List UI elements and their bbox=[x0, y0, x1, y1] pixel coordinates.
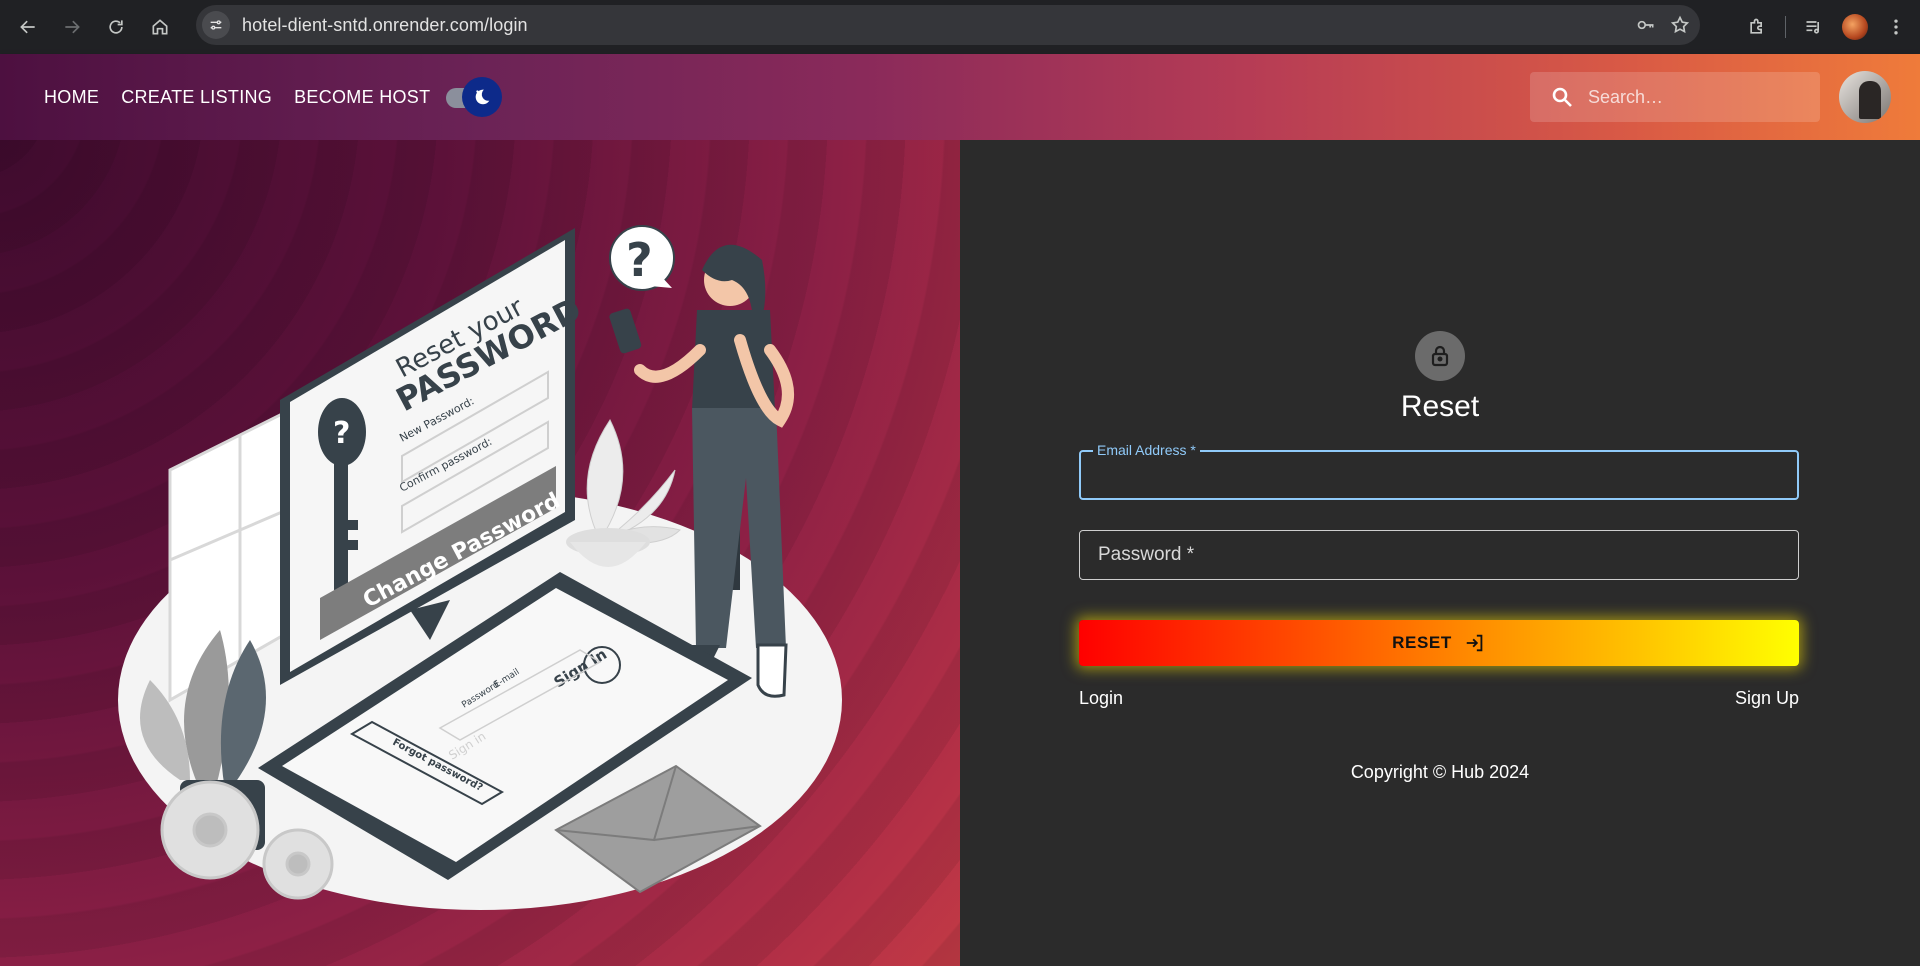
login-link[interactable]: Login bbox=[1079, 688, 1123, 709]
reload-icon bbox=[109, 20, 123, 34]
auth-links: Login Sign Up bbox=[1079, 688, 1799, 709]
bookmark-star-icon[interactable] bbox=[1670, 15, 1690, 35]
forward-arrow-icon bbox=[65, 20, 80, 34]
login-arrow-icon bbox=[1466, 634, 1483, 652]
svg-text:?: ? bbox=[626, 233, 653, 287]
reload-button[interactable] bbox=[94, 5, 138, 49]
nav-become-host[interactable]: BECOME HOST bbox=[294, 87, 430, 108]
illustration-panel: ? Reset your PASSWORD New Password: Conf… bbox=[0, 140, 960, 966]
reset-button-label: RESET bbox=[1392, 633, 1452, 652]
signup-link[interactable]: Sign Up bbox=[1735, 688, 1799, 709]
reset-button[interactable]: RESET bbox=[1079, 620, 1799, 666]
app-header: HOME CREATE LISTING BECOME HOST Search… bbox=[0, 54, 1920, 140]
forward-button[interactable] bbox=[50, 5, 94, 49]
nav-home[interactable]: HOME bbox=[44, 87, 99, 108]
email-field[interactable]: Email Address * bbox=[1079, 442, 1799, 500]
search-input[interactable]: Search… bbox=[1588, 87, 1663, 108]
toolbar-separator bbox=[1785, 16, 1786, 38]
email-input[interactable] bbox=[1081, 452, 1797, 498]
back-arrow-icon bbox=[20, 20, 35, 34]
reset-form-panel: Reset Email Address * Password * RESET L… bbox=[960, 140, 1920, 966]
form-title: Reset bbox=[1400, 390, 1480, 423]
toggle-thumb bbox=[462, 77, 503, 117]
home-button[interactable] bbox=[138, 5, 182, 49]
browser-profile-avatar[interactable] bbox=[1842, 14, 1868, 40]
password-key-icon[interactable] bbox=[1636, 15, 1656, 35]
svg-text:?: ? bbox=[333, 416, 350, 451]
media-queue-icon[interactable] bbox=[1804, 17, 1824, 37]
browser-toolbar: hotel-dient-sntd.onrender.com/login bbox=[0, 0, 1920, 54]
user-avatar[interactable] bbox=[1839, 71, 1891, 123]
search-icon bbox=[1552, 87, 1572, 107]
search-box[interactable]: Search… bbox=[1530, 72, 1820, 122]
theme-toggle[interactable] bbox=[444, 77, 503, 117]
copyright-text: Copyright © Hub 2024 bbox=[1350, 762, 1530, 782]
extensions-icon[interactable] bbox=[1747, 17, 1767, 37]
back-button[interactable] bbox=[6, 5, 50, 49]
question-bubble: ? bbox=[609, 225, 675, 291]
moon-icon bbox=[476, 89, 490, 105]
address-bar[interactable]: hotel-dient-sntd.onrender.com/login bbox=[196, 5, 1700, 45]
nav-create-listing[interactable]: CREATE LISTING bbox=[121, 87, 272, 108]
lock-icon-avatar bbox=[1415, 331, 1465, 381]
browser-menu-icon[interactable] bbox=[1886, 17, 1906, 37]
url-text[interactable]: hotel-dient-sntd.onrender.com/login bbox=[242, 15, 528, 36]
site-info-icon[interactable] bbox=[202, 11, 230, 39]
lock-icon bbox=[1431, 345, 1449, 367]
reset-password-illustration: ? Reset your PASSWORD New Password: Conf… bbox=[118, 225, 842, 910]
home-icon bbox=[152, 19, 168, 35]
password-input[interactable] bbox=[1080, 531, 1798, 579]
password-field[interactable]: Password * bbox=[1079, 530, 1799, 580]
